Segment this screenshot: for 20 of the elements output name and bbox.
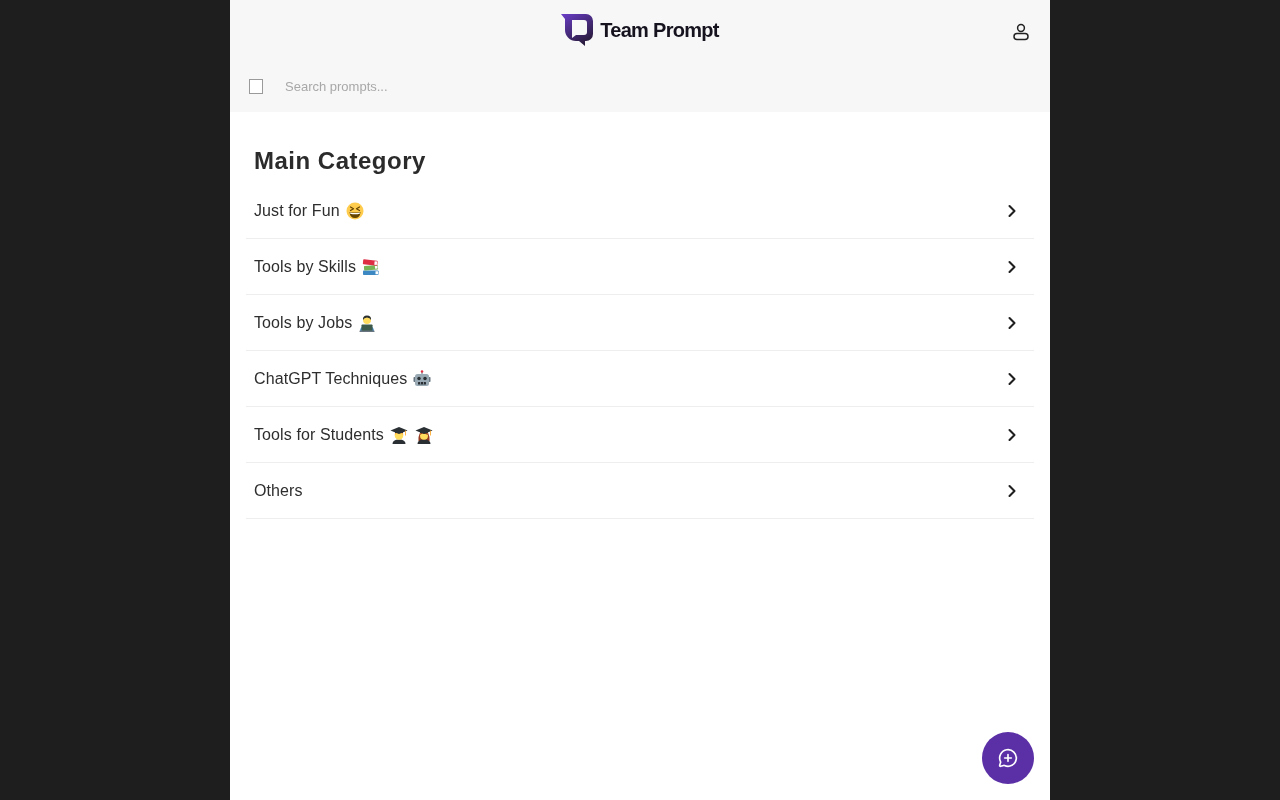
category-item[interactable]: Tools by Jobs: [246, 295, 1034, 351]
category-item[interactable]: Others: [246, 463, 1034, 519]
user-icon[interactable]: [1010, 21, 1032, 43]
logo-text: Team Prompt: [600, 18, 719, 42]
category-item[interactable]: Just for Fun: [246, 183, 1034, 239]
robot-icon: [413, 369, 432, 388]
category-item[interactable]: Tools by Skills: [246, 239, 1034, 295]
person-at-laptop-icon: [358, 313, 377, 332]
square-icon: [249, 78, 263, 94]
search-field[interactable]: Search prompts...: [285, 74, 1031, 98]
woman-student-icon: [414, 425, 433, 444]
logo-icon: [561, 14, 594, 46]
man-student-icon: [389, 425, 408, 444]
laughing-face-icon: [345, 201, 364, 220]
category-item[interactable]: ChatGPT Techniques: [246, 351, 1034, 407]
category-item[interactable]: Tools for Students: [246, 407, 1034, 463]
section-title: Main Category: [254, 146, 426, 175]
new-chat-button[interactable]: [982, 732, 1034, 784]
chat-plus-icon: [998, 748, 1018, 768]
books-icon: [362, 257, 380, 276]
